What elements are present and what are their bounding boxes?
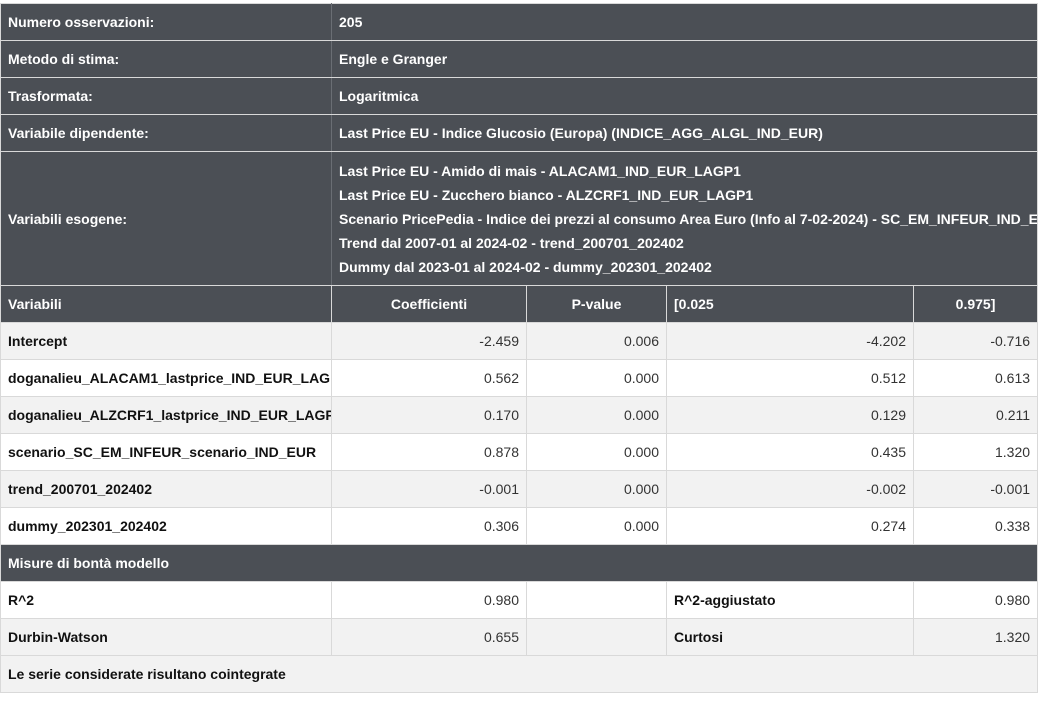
header-ci-low: [0.025 <box>666 285 914 323</box>
n-obs-value: 205 <box>330 3 1039 41</box>
header-coefficienti: Coefficienti <box>331 285 527 323</box>
coefficient-value: -0.001 <box>331 470 527 508</box>
r2-adj-label: R^2-aggiustato <box>666 581 914 619</box>
ci-high-value: 0.211 <box>912 396 1039 434</box>
coefficient-value: 0.562 <box>331 359 527 397</box>
ci-high-value: -0.001 <box>912 470 1039 508</box>
ci-low-value: 0.129 <box>666 396 914 434</box>
empty-cell <box>526 581 667 619</box>
pvalue-value: 0.000 <box>526 359 667 397</box>
n-obs-label: Numero osservazioni: <box>0 3 332 41</box>
r2-value: 0.980 <box>331 581 527 619</box>
regression-results-table: Numero osservazioni: 205 Metodo di stima… <box>0 3 1039 693</box>
ci-high-value: 0.338 <box>912 507 1039 545</box>
info-row-dependent: Variabile dipendente: Last Price EU - In… <box>0 114 1039 152</box>
method-label: Metodo di stima: <box>0 40 332 78</box>
variable-name: doganalieu_ALZCRF1_lastprice_IND_EUR_LAG… <box>0 396 332 434</box>
dependent-label: Variabile dipendente: <box>0 114 332 152</box>
kurtosis-value: 1.320 <box>912 618 1039 656</box>
table-row: scenario_SC_EM_INFEUR_scenario_IND_EUR 0… <box>0 433 1039 471</box>
info-row-method: Metodo di stima: Engle e Granger <box>0 40 1039 78</box>
table-row: doganalieu_ALACAM1_lastprice_IND_EUR_LAG… <box>0 359 1039 397</box>
variable-name: Intercept <box>0 322 332 360</box>
table-row: Intercept -2.459 0.006 -4.202 -0.716 <box>0 322 1039 360</box>
exogenous-variable: Trend dal 2007-01 al 2024-02 - trend_200… <box>339 234 684 251</box>
method-value: Engle e Granger <box>330 40 1039 78</box>
pvalue-value: 0.000 <box>526 396 667 434</box>
goodness-header-row: Misure di bontà modello <box>0 544 1039 582</box>
goodness-row-r2: R^2 0.980 R^2-aggiustato 0.980 <box>0 581 1039 619</box>
exogenous-variable: Last Price EU - Zucchero bianco - ALZCRF… <box>339 186 754 203</box>
exogenous-label: Variabili esogene: <box>0 151 332 286</box>
conclusion-row: Le serie considerate risultano cointegra… <box>0 655 1039 693</box>
durbin-watson-value: 0.655 <box>331 618 527 656</box>
coefficient-value: 0.878 <box>331 433 527 471</box>
dependent-value: Last Price EU - Indice Glucosio (Europa)… <box>330 114 1039 152</box>
pvalue-value: 0.000 <box>526 433 667 471</box>
r2-adj-value: 0.980 <box>912 581 1039 619</box>
empty-cell <box>526 618 667 656</box>
ci-low-value: -0.002 <box>666 470 914 508</box>
durbin-watson-label: Durbin-Watson <box>0 618 332 656</box>
coefficient-value: -2.459 <box>331 322 527 360</box>
info-row-n-obs: Numero osservazioni: 205 <box>0 3 1039 41</box>
exogenous-values: Last Price EU - Amido di mais - ALACAM1_… <box>330 151 1039 286</box>
table-row: dummy_202301_202402 0.306 0.000 0.274 0.… <box>0 507 1039 545</box>
variable-name: scenario_SC_EM_INFEUR_scenario_IND_EUR <box>0 433 332 471</box>
kurtosis-label: Curtosi <box>666 618 914 656</box>
header-ci-high: 0.975] <box>912 285 1039 323</box>
transform-value: Logaritmica <box>330 77 1039 115</box>
pvalue-value: 0.000 <box>526 507 667 545</box>
variable-name: trend_200701_202402 <box>0 470 332 508</box>
table-row: doganalieu_ALZCRF1_lastprice_IND_EUR_LAG… <box>0 396 1039 434</box>
ci-high-value: -0.716 <box>912 322 1039 360</box>
ci-low-value: 0.435 <box>666 433 914 471</box>
coef-header-row: Variabili Coefficienti P-value [0.025 0.… <box>0 285 1039 323</box>
ci-high-value: 0.613 <box>912 359 1039 397</box>
coefficient-value: 0.306 <box>331 507 527 545</box>
ci-low-value: 0.512 <box>666 359 914 397</box>
info-row-transform: Trasformata: Logaritmica <box>0 77 1039 115</box>
variable-name: doganalieu_ALACAM1_lastprice_IND_EUR_LAG… <box>0 359 332 397</box>
coefficient-value: 0.170 <box>331 396 527 434</box>
ci-low-value: -4.202 <box>666 322 914 360</box>
goodness-header: Misure di bontà modello <box>0 544 1039 582</box>
table-row: trend_200701_202402 -0.001 0.000 -0.002 … <box>0 470 1039 508</box>
transform-label: Trasformata: <box>0 77 332 115</box>
pvalue-value: 0.006 <box>526 322 667 360</box>
conclusion-text: Le serie considerate risultano cointegra… <box>0 655 1039 693</box>
goodness-row-dw: Durbin-Watson 0.655 Curtosi 1.320 <box>0 618 1039 656</box>
header-pvalue: P-value <box>526 285 667 323</box>
ci-high-value: 1.320 <box>912 433 1039 471</box>
exogenous-variable: Dummy dal 2023-01 al 2024-02 - dummy_202… <box>339 258 712 275</box>
variable-name: dummy_202301_202402 <box>0 507 332 545</box>
pvalue-value: 0.000 <box>526 470 667 508</box>
ci-low-value: 0.274 <box>666 507 914 545</box>
r2-label: R^2 <box>0 581 332 619</box>
exogenous-variable: Scenario PricePedia - Indice dei prezzi … <box>339 210 1038 227</box>
info-row-exogenous: Variabili esogene: Last Price EU - Amido… <box>0 151 1039 286</box>
exogenous-variable: Last Price EU - Amido di mais - ALACAM1_… <box>339 162 741 179</box>
header-variabili: Variabili <box>0 285 332 323</box>
